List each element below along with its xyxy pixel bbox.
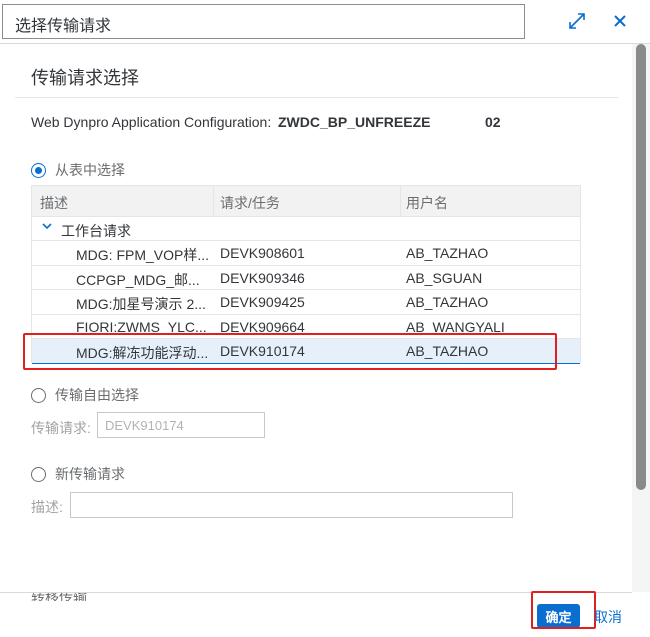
cancel-button[interactable]: 取消 [594, 607, 622, 627]
column-separator [400, 186, 401, 217]
cell-request: DEVK909425 [220, 294, 305, 310]
radio-new-request-indicator[interactable] [31, 466, 46, 482]
section-title: 传输请求选择 [31, 68, 139, 88]
cell-description: MDG: FPM_VOP样... [76, 247, 210, 263]
radio-new-request[interactable]: 新传输请求 [31, 464, 125, 484]
cell-description: MDG:加星号演示 2... [76, 296, 206, 312]
description-input[interactable] [70, 492, 513, 518]
table-row[interactable]: MDG:加星号演示 2... DEVK909425 AB_TAZHAO [32, 290, 580, 315]
cell-description: MDG:解冻功能浮动... [76, 345, 209, 361]
radio-from-table-label: 从表中选择 [55, 162, 125, 178]
table-row[interactable]: FIORI:ZWMS_YLC... DEVK909664 AB_WANGYALI [32, 315, 580, 339]
column-separator [213, 186, 214, 217]
table-group-label: 工作台请求 [61, 223, 131, 239]
radio-free-select-indicator[interactable] [31, 387, 46, 403]
config-label: Web Dynpro Application Configuration: [31, 114, 272, 130]
radio-new-request-label: 新传输请求 [55, 466, 125, 482]
section-divider [15, 97, 618, 98]
cell-request: DEVK909346 [220, 269, 305, 286]
transport-request-input[interactable] [97, 412, 265, 438]
config-value: ZWDC_BP_UNFREEZE [278, 114, 431, 130]
cell-user: AB_WANGYALI [406, 318, 505, 335]
cell-description: CCPGP_MDG_邮... [76, 271, 200, 288]
footer-partial-label: 转移传输 [31, 593, 87, 601]
transport-request-table: 描述 请求/任务 用户名 工作台请求 MDG: FPM_VOP样... DEVK… [31, 185, 581, 364]
dialog-title-bar: 选择传输请求 [0, 0, 650, 44]
close-icon[interactable] [609, 10, 631, 32]
dialog-title: 选择传输请求 [15, 18, 112, 35]
table-group-row[interactable]: 工作台请求 [32, 217, 580, 241]
table-row[interactable]: CCPGP_MDG_邮... DEVK909346 AB_SGUAN [32, 266, 580, 290]
description-label: 描述: [31, 499, 63, 515]
radio-free-select[interactable]: 传输自由选择 [31, 385, 139, 405]
radio-free-select-label: 传输自由选择 [55, 387, 139, 403]
cell-request: DEVK910174 [220, 343, 305, 359]
scrollbar-thumb[interactable] [636, 44, 646, 490]
table-header: 描述 请求/任务 用户名 [32, 186, 580, 217]
radio-from-table[interactable]: 从表中选择 [31, 160, 125, 180]
table-row[interactable]: MDG: FPM_VOP样... DEVK908601 AB_TAZHAO [32, 241, 580, 266]
column-header-request[interactable]: 请求/任务 [220, 193, 280, 213]
footer-divider [0, 592, 632, 593]
table-row-selected[interactable]: MDG:解冻功能浮动... DEVK910174 AB_TAZHAO [32, 339, 580, 364]
cell-user: AB_TAZHAO [406, 343, 489, 359]
column-header-user[interactable]: 用户名 [406, 193, 448, 213]
transport-request-label: 传输请求: [31, 420, 91, 436]
cell-request: DEVK908601 [220, 245, 305, 261]
cell-description: FIORI:ZWMS_YLC... [76, 318, 207, 335]
column-header-description[interactable]: 描述 [40, 193, 68, 213]
cell-user: AB_TAZHAO [406, 245, 489, 261]
cell-user: AB_TAZHAO [406, 294, 489, 310]
expand-icon[interactable] [566, 10, 588, 32]
cell-request: DEVK909664 [220, 318, 305, 335]
config-version: 02 [485, 114, 501, 130]
radio-from-table-indicator[interactable] [31, 162, 46, 178]
chevron-down-icon[interactable] [41, 220, 53, 235]
ok-button[interactable]: 确定 [537, 604, 580, 628]
dialog-title-box: 选择传输请求 [2, 4, 525, 39]
cell-user: AB_SGUAN [406, 269, 483, 286]
